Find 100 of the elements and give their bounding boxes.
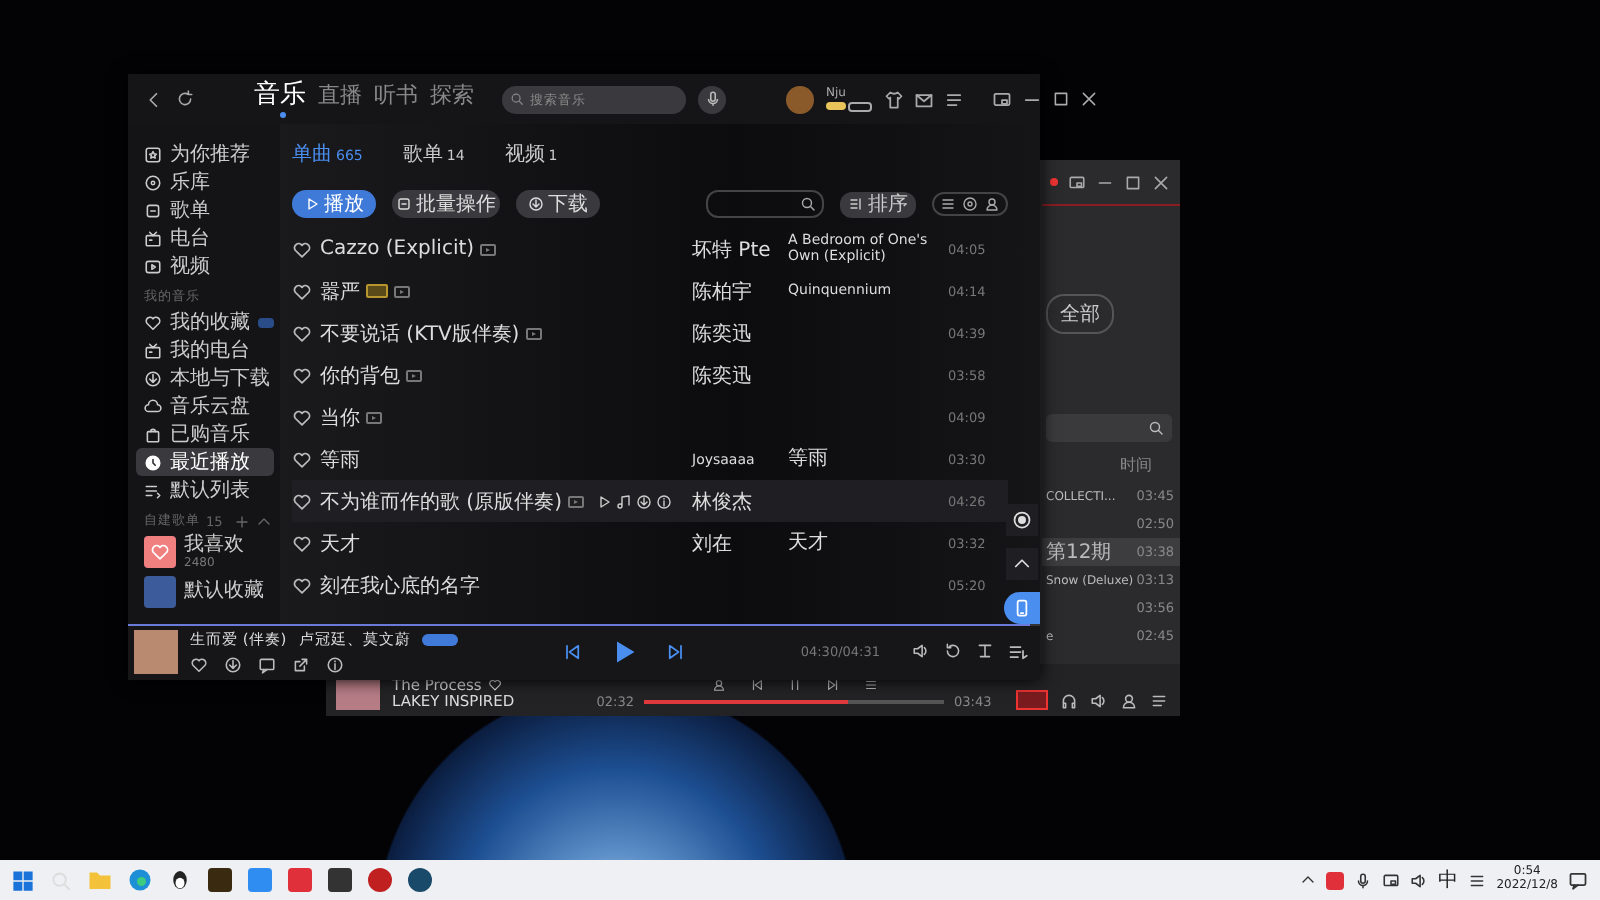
loop-icon[interactable] bbox=[944, 642, 962, 660]
sidebar-item[interactable]: 默认列表 bbox=[136, 476, 274, 504]
heart-icon[interactable] bbox=[292, 449, 312, 469]
video-badge-icon[interactable] bbox=[525, 327, 542, 339]
download-icon[interactable] bbox=[144, 369, 162, 387]
app-icon[interactable] bbox=[368, 868, 392, 892]
list-icon[interactable] bbox=[863, 678, 877, 692]
microphone-icon[interactable] bbox=[1354, 871, 1373, 889]
maximize-icon[interactable] bbox=[1124, 173, 1142, 191]
refresh-icon[interactable] bbox=[176, 90, 194, 108]
heart-icon[interactable] bbox=[292, 575, 312, 595]
close-icon[interactable] bbox=[1080, 90, 1098, 108]
video-badge-icon[interactable] bbox=[394, 285, 410, 297]
heart-icon[interactable] bbox=[292, 407, 312, 427]
video-badge-icon[interactable] bbox=[567, 495, 584, 507]
list-icon[interactable] bbox=[144, 481, 162, 499]
penguin-icon[interactable] bbox=[168, 868, 192, 892]
next-icon[interactable] bbox=[825, 678, 839, 692]
search-field[interactable] bbox=[706, 190, 824, 218]
volume-icon[interactable] bbox=[1410, 871, 1429, 889]
sidebar-item[interactable]: 我的收藏 bbox=[136, 308, 274, 336]
video-badge-icon[interactable] bbox=[406, 369, 422, 381]
nav-tab[interactable]: 音乐 bbox=[254, 79, 306, 119]
star-icon[interactable] bbox=[144, 145, 162, 163]
lyrics-icon[interactable] bbox=[976, 642, 994, 660]
heart-icon[interactable] bbox=[292, 239, 312, 259]
heart-icon[interactable] bbox=[292, 365, 312, 385]
keyboard-icon[interactable] bbox=[1468, 871, 1487, 889]
app-icon[interactable] bbox=[1326, 871, 1345, 889]
heart-icon[interactable] bbox=[144, 313, 162, 331]
input-method[interactable]: 中 bbox=[1438, 866, 1459, 894]
sidebar-item[interactable]: 为你推荐 bbox=[136, 140, 274, 168]
mini-mode-icon[interactable] bbox=[1068, 173, 1086, 191]
previous-icon[interactable] bbox=[562, 642, 582, 662]
sidebar-item[interactable]: 电台 bbox=[136, 224, 274, 252]
queue-icon[interactable] bbox=[1008, 642, 1028, 662]
artist-name[interactable]: 陈奕迅 bbox=[692, 323, 752, 345]
record-icon[interactable] bbox=[1012, 510, 1032, 530]
heart-icon[interactable] bbox=[190, 656, 208, 674]
chevron-icon[interactable] bbox=[1300, 872, 1317, 888]
artist-name[interactable]: 坏特 Pte bbox=[692, 239, 771, 261]
sound-effect-icon[interactable] bbox=[1016, 690, 1048, 710]
display-icon[interactable] bbox=[1382, 871, 1401, 889]
phone-button[interactable] bbox=[1004, 592, 1040, 624]
quality-badge-icon[interactable] bbox=[422, 634, 459, 646]
heart-icon[interactable] bbox=[292, 533, 312, 553]
app-icon[interactable] bbox=[208, 868, 232, 892]
app-icon[interactable] bbox=[328, 868, 352, 892]
batch-icon[interactable] bbox=[396, 196, 412, 212]
artist-name[interactable]: 陈奕迅 bbox=[692, 365, 752, 387]
sort-button[interactable]: 排序 bbox=[840, 191, 916, 217]
microphone-icon[interactable] bbox=[698, 85, 726, 113]
previous-icon[interactable] bbox=[749, 678, 763, 692]
playlist-item[interactable]: 默认收藏 bbox=[136, 572, 280, 612]
batch-button[interactable]: 批量操作 bbox=[392, 190, 500, 218]
sidebar-item[interactable]: 我的电台 bbox=[136, 336, 274, 364]
video-badge-icon[interactable] bbox=[480, 243, 497, 255]
sidebar-item[interactable]: 音乐云盘 bbox=[136, 392, 274, 420]
playlist-icon[interactable] bbox=[144, 201, 162, 219]
heart-icon[interactable] bbox=[487, 678, 502, 693]
heart-icon[interactable] bbox=[292, 281, 312, 301]
nav-tab[interactable]: 直播 bbox=[318, 81, 362, 117]
video-icon[interactable] bbox=[144, 257, 162, 275]
artist-name[interactable]: 刘在 bbox=[692, 533, 732, 555]
play-all-button[interactable]: 播放 bbox=[292, 190, 376, 218]
bag-icon[interactable] bbox=[144, 425, 162, 443]
menu-icon[interactable] bbox=[1150, 691, 1168, 709]
menu-icon[interactable] bbox=[944, 89, 964, 109]
browser-icon[interactable] bbox=[128, 868, 152, 892]
add-to-playlist-icon[interactable] bbox=[615, 493, 632, 509]
sidebar-item[interactable]: 已购音乐 bbox=[136, 420, 274, 448]
share-icon[interactable] bbox=[292, 656, 310, 674]
collapse-icon[interactable] bbox=[256, 513, 273, 529]
nav-tab[interactable]: 听书 bbox=[374, 81, 418, 117]
mini-mode-icon[interactable] bbox=[992, 89, 1012, 109]
disc-icon[interactable] bbox=[144, 173, 162, 191]
mail-icon[interactable] bbox=[914, 89, 934, 109]
album-name[interactable]: 天才 bbox=[788, 532, 948, 554]
artist-name[interactable]: 林俊杰 bbox=[692, 491, 752, 513]
sort-icon[interactable] bbox=[848, 196, 864, 212]
pause-icon[interactable] bbox=[787, 678, 801, 692]
sidebar-item[interactable]: 最近播放 bbox=[136, 448, 274, 476]
user-icon[interactable] bbox=[711, 678, 725, 692]
locate-icon[interactable] bbox=[962, 196, 978, 212]
search-icon[interactable] bbox=[800, 196, 816, 212]
scroll-top-button[interactable] bbox=[1006, 548, 1038, 580]
maximize-icon[interactable] bbox=[1052, 90, 1070, 108]
search-icon[interactable] bbox=[1148, 420, 1164, 436]
sidebar-item[interactable]: 视频 bbox=[136, 252, 274, 280]
start-icon[interactable] bbox=[12, 869, 34, 891]
clock-icon[interactable] bbox=[144, 453, 162, 471]
shirt-icon[interactable] bbox=[884, 89, 904, 109]
avatar[interactable] bbox=[786, 85, 814, 113]
sidebar-item[interactable]: 歌单 bbox=[136, 196, 274, 224]
volume-icon[interactable] bbox=[912, 642, 930, 660]
sidebar-item[interactable]: 本地与下载 bbox=[136, 364, 274, 392]
heart-icon[interactable] bbox=[292, 323, 312, 343]
search-field[interactable] bbox=[1046, 414, 1172, 442]
user-icon[interactable] bbox=[1120, 691, 1138, 709]
download-button[interactable]: 下载 bbox=[516, 190, 600, 218]
